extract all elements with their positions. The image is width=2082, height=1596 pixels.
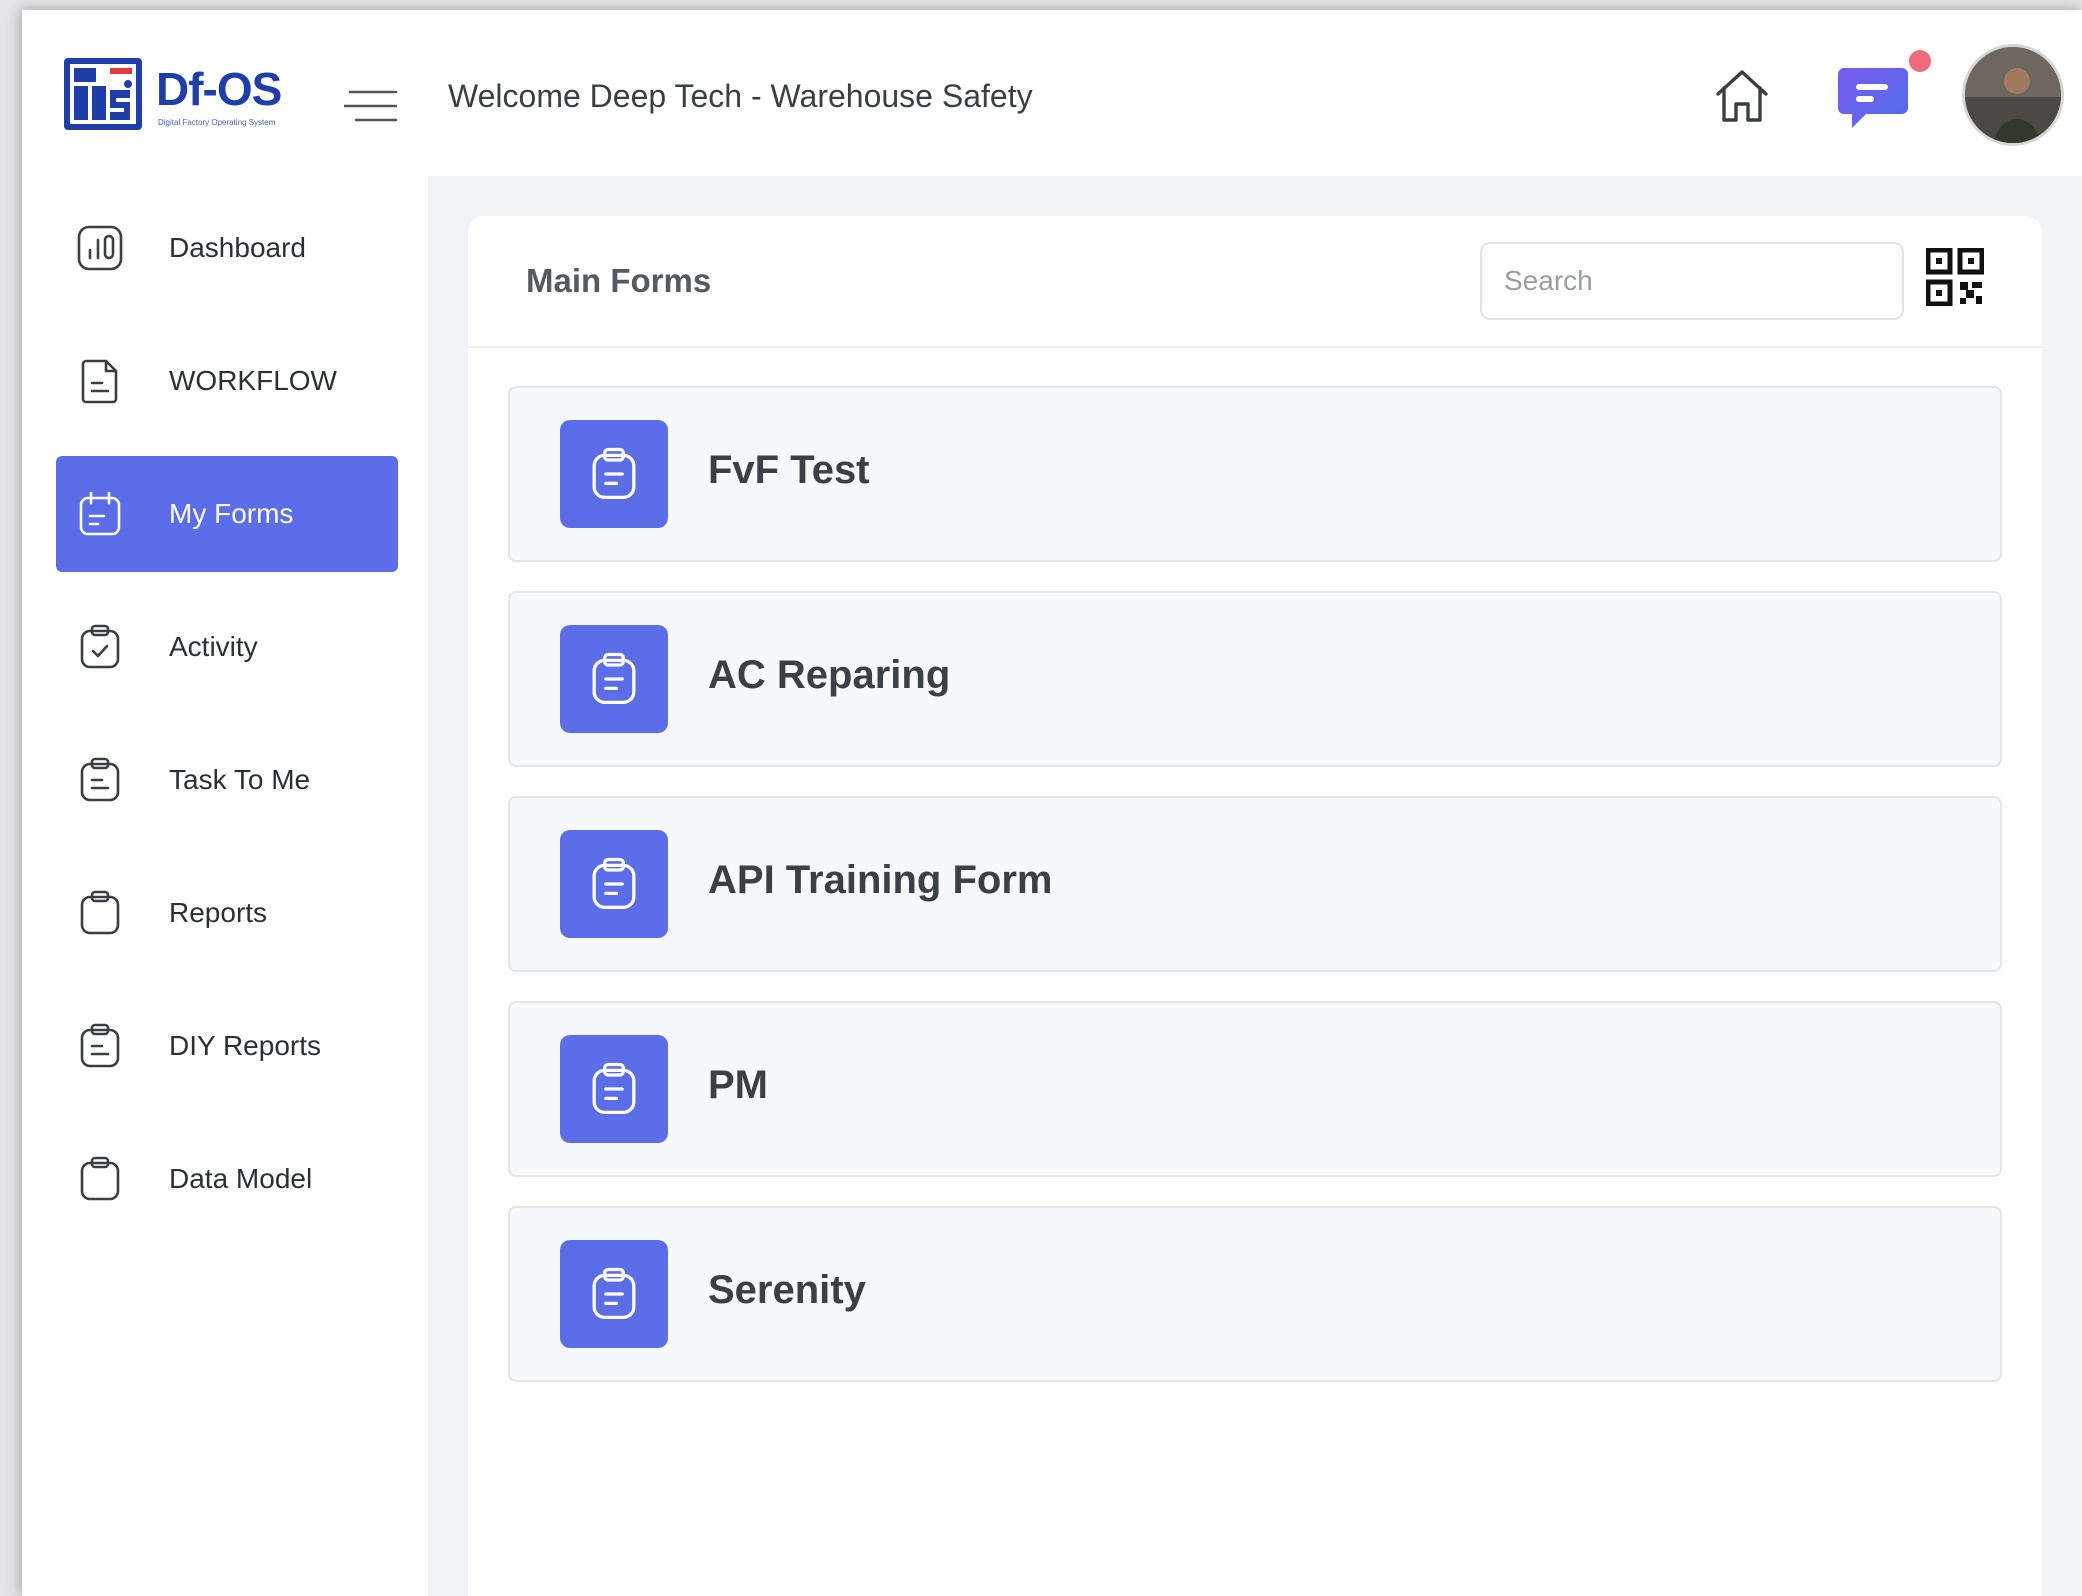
sidebar-item-workflow[interactable]: WORKFLOW <box>56 323 398 439</box>
logo-text: Df-OS <box>156 63 282 115</box>
qr-code-icon[interactable] <box>1926 248 1984 306</box>
sidebar-item-activity[interactable]: Activity <box>56 589 398 705</box>
app-window: Df-OS Digital Factory Operating System D… <box>22 10 2082 1596</box>
clipboard-list-icon <box>80 757 120 802</box>
sidebar-item-diy-reports[interactable]: DIY Reports <box>56 988 398 1104</box>
page-title: Main Forms <box>526 262 712 299</box>
sidebar-item-label: Data Model <box>169 1163 313 1194</box>
sidebar-item-label: DIY Reports <box>169 1030 321 1061</box>
sidebar-item-label: Task To Me <box>169 764 311 795</box>
chat-icon[interactable] <box>1836 60 1910 134</box>
calendar-form-icon <box>79 491 121 536</box>
sidebar-item-label: WORKFLOW <box>169 365 337 396</box>
sidebar-item-dashboard[interactable]: Dashboard <box>56 190 398 306</box>
clipboard-icon <box>80 890 120 935</box>
form-item-pm[interactable]: PM <box>508 1001 2002 1177</box>
form-item-serenity[interactable]: Serenity <box>508 1206 2002 1382</box>
form-item-label: API Training Form <box>708 858 1053 902</box>
clipboard-icon <box>560 625 668 733</box>
notification-dot <box>1909 50 1931 72</box>
logo[interactable]: Df-OS Digital Factory Operating System <box>62 56 302 142</box>
sidebar: Df-OS Digital Factory Operating System D… <box>22 10 428 1596</box>
document-icon <box>81 359 118 404</box>
sidebar-item-my-forms[interactable]: My Forms <box>56 456 398 572</box>
search-input[interactable] <box>1480 242 1904 320</box>
clipboard-check-icon <box>80 624 120 669</box>
top-header: Welcome Deep Tech - Warehouse Safety <box>428 10 2082 176</box>
form-item-label: AC Reparing <box>708 653 951 697</box>
sidebar-item-label: Dashboard <box>169 232 306 263</box>
main-content: Main Forms Search FvF Test AC Reparing A… <box>428 176 2082 1596</box>
form-list: FvF Test AC Reparing API Training Form P… <box>508 386 2002 1411</box>
dfos-logo-icon <box>64 58 142 130</box>
home-icon[interactable] <box>1712 66 1772 126</box>
menu-toggle-icon[interactable] <box>344 88 400 124</box>
logo-subtitle: Digital Factory Operating System <box>158 118 276 127</box>
clipboard-list-icon <box>80 1023 120 1068</box>
form-item-api-training-form[interactable]: API Training Form <box>508 796 2002 972</box>
sidebar-item-reports[interactable]: Reports <box>56 855 398 971</box>
sidebar-nav: Dashboard WORKFLOW My Forms Activity Tas… <box>56 190 398 1254</box>
chart-icon <box>77 225 123 271</box>
clipboard-icon <box>560 420 668 528</box>
clipboard-icon <box>560 1240 668 1348</box>
clipboard-icon <box>560 1035 668 1143</box>
form-item-ac-reparing[interactable]: AC Reparing <box>508 591 2002 767</box>
sidebar-item-label: Reports <box>169 897 268 928</box>
user-photo-icon <box>1965 47 2061 143</box>
sidebar-item-label: Activity <box>169 631 258 662</box>
sidebar-item-label: My Forms <box>169 498 294 529</box>
form-item-fvf-test[interactable]: FvF Test <box>508 386 2002 562</box>
welcome-text: Welcome Deep Tech - Warehouse Safety <box>448 78 1033 114</box>
form-item-label: FvF Test <box>708 448 870 492</box>
clipboard-icon <box>80 1156 120 1201</box>
sidebar-item-data-model[interactable]: Data Model <box>56 1121 398 1237</box>
form-item-label: Serenity <box>708 1268 866 1312</box>
divider <box>468 346 2042 348</box>
sidebar-item-task-to-me[interactable]: Task To Me <box>56 722 398 838</box>
avatar[interactable] <box>1962 44 2064 146</box>
clipboard-icon <box>560 830 668 938</box>
main-forms-card: Main Forms Search FvF Test AC Reparing A… <box>468 216 2042 1596</box>
form-item-label: PM <box>708 1063 768 1107</box>
